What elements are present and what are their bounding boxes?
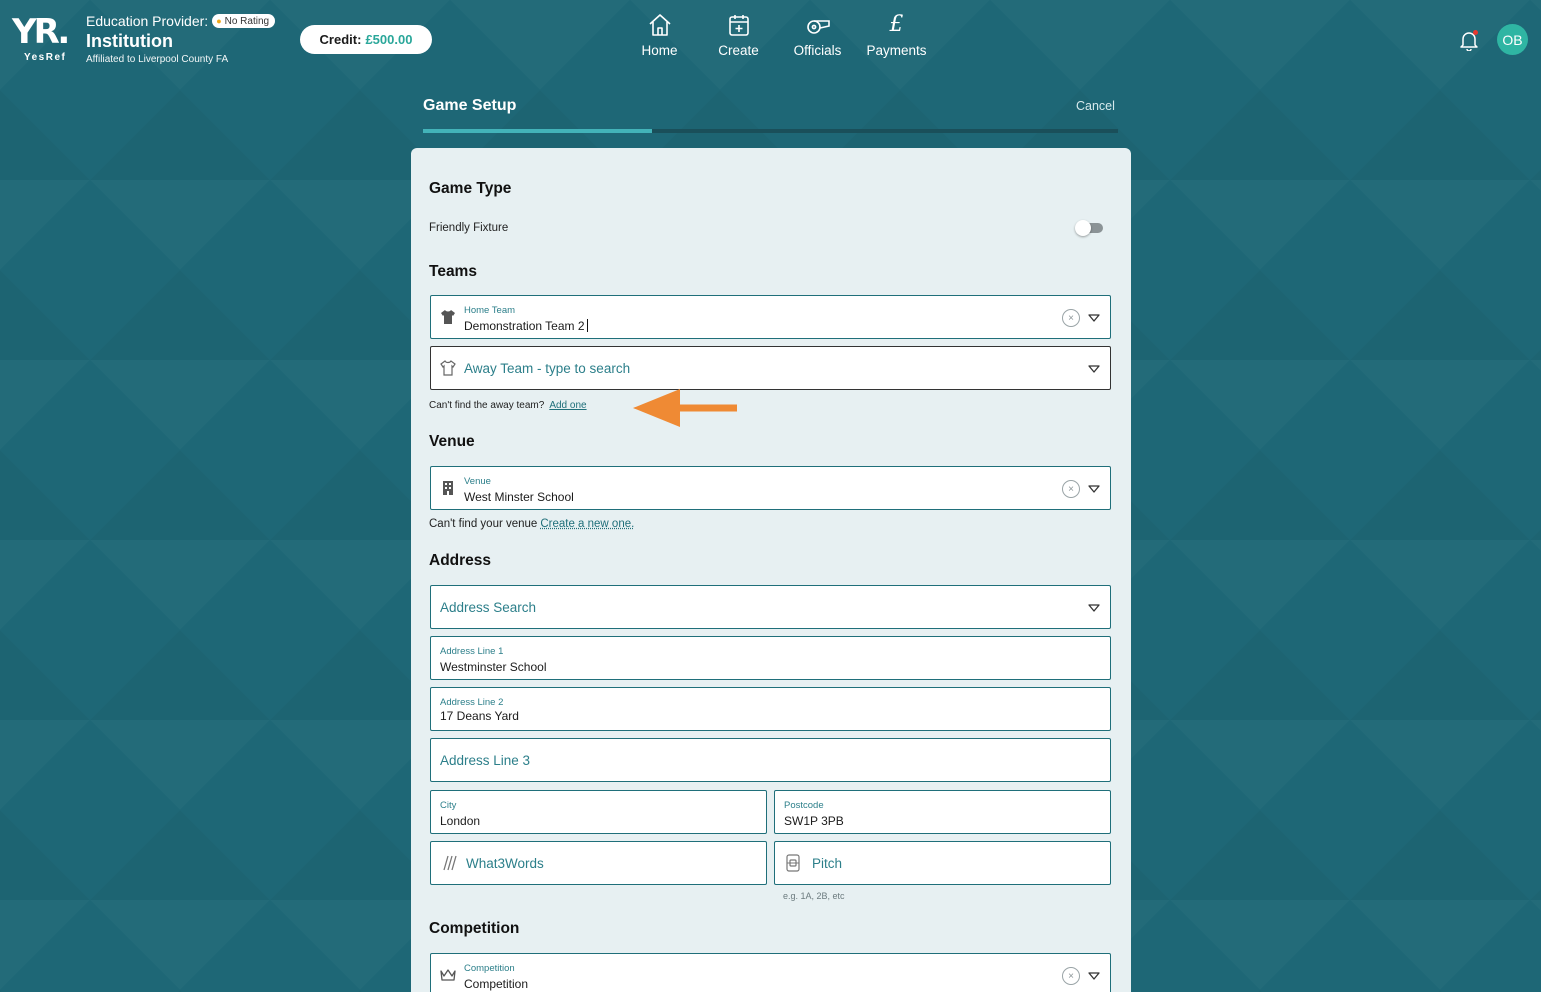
- add-away-team-link[interactable]: Add one: [549, 400, 586, 411]
- yesref-logo[interactable]: YR. YesRef: [12, 14, 74, 64]
- competition-select[interactable]: Competition Competition ×: [430, 953, 1111, 992]
- pitch-icon: [786, 854, 800, 872]
- pitch-placeholder: Pitch: [812, 856, 843, 871]
- star-icon: ●: [216, 16, 222, 26]
- city-label: City: [440, 800, 457, 811]
- address-line2-value: 17 Deans Yard: [440, 709, 519, 723]
- nav-payments-label: Payments: [866, 43, 927, 58]
- nav-payments[interactable]: £ Payments: [857, 12, 936, 64]
- chevron-down-icon[interactable]: [1088, 364, 1100, 374]
- notifications-button[interactable]: [1458, 29, 1480, 52]
- top-header: YR. YesRef Education Provider: ● No Rati…: [0, 0, 1541, 80]
- nav-home[interactable]: Home: [620, 12, 699, 64]
- postcode-label: Postcode: [784, 800, 824, 811]
- postcode-field[interactable]: Postcode SW1P 3PB: [774, 790, 1111, 834]
- venue-label: Venue: [464, 476, 491, 487]
- address-line3-placeholder: Address Line 3: [440, 753, 531, 768]
- pound-icon: £: [889, 12, 904, 37]
- what3words-placeholder: What3Words: [466, 856, 544, 871]
- game-setup-form: Game Type Friendly Fixture Teams Home Te…: [411, 148, 1131, 992]
- create-venue-link[interactable]: Create a new one.: [540, 518, 634, 530]
- address-line1-field[interactable]: Address Line 1 Westminster School: [430, 636, 1111, 680]
- away-team-hint: Can't find the away team? Add one: [429, 400, 587, 411]
- away-team-placeholder: Away Team - type to search: [464, 361, 631, 376]
- nav-officials-label: Officials: [793, 43, 842, 58]
- address-heading: Address: [429, 552, 492, 569]
- text-caret: [586, 319, 588, 332]
- competition-heading: Competition: [429, 920, 520, 937]
- toggle-knob: [1075, 220, 1091, 236]
- competition-label: Competition: [464, 963, 515, 974]
- what3words-field[interactable]: What3Words: [430, 841, 767, 885]
- chevron-down-icon[interactable]: [1088, 971, 1100, 981]
- home-icon: [648, 14, 671, 36]
- away-team-select[interactable]: Away Team - type to search: [430, 346, 1111, 390]
- chevron-down-icon[interactable]: [1088, 603, 1100, 613]
- credit-label: Credit:: [319, 32, 362, 47]
- whistle-icon: [806, 20, 830, 34]
- provider-label: Education Provider:: [86, 13, 209, 29]
- chevron-down-icon[interactable]: [1088, 313, 1100, 323]
- city-field[interactable]: City London: [430, 790, 767, 834]
- main-nav: Home Create Officials £ Payments: [620, 12, 936, 64]
- building-icon: [443, 481, 453, 495]
- address-search-select[interactable]: Address Search: [430, 585, 1111, 629]
- address-line3-field[interactable]: Address Line 3: [430, 738, 1111, 782]
- home-team-value: Demonstration Team 2: [464, 319, 585, 333]
- friendly-fixture-toggle[interactable]: [1075, 220, 1103, 236]
- home-team-value-wrap: Demonstration Team 2: [464, 319, 588, 333]
- logo-wordmark: YesRef: [24, 52, 67, 63]
- chevron-down-icon[interactable]: [1088, 484, 1100, 494]
- notification-dot: [1473, 30, 1478, 35]
- teams-heading: Teams: [429, 263, 477, 280]
- venue-hint-text: Can't find your venue: [429, 518, 538, 530]
- address-line1-value: Westminster School: [440, 660, 547, 674]
- cancel-link[interactable]: Cancel: [1076, 99, 1115, 113]
- venue-select[interactable]: Venue West Minster School ×: [430, 466, 1111, 510]
- credit-button[interactable]: Credit: £500.00: [300, 25, 432, 54]
- affiliation-text: Affiliated to Liverpool County FA: [86, 54, 229, 65]
- away-team-hint-text: Can't find the away team?: [429, 400, 545, 411]
- home-team-select[interactable]: Home Team Demonstration Team 2 ×: [430, 295, 1111, 339]
- friendly-fixture-label: Friendly Fixture: [429, 222, 509, 234]
- calendar-plus-icon: [728, 15, 749, 36]
- venue-heading: Venue: [429, 433, 475, 450]
- provider-info: Education Provider: ● No Rating Institut…: [86, 13, 276, 65]
- clear-icon[interactable]: ×: [1062, 480, 1080, 498]
- nav-create[interactable]: Create: [699, 12, 778, 64]
- setup-progress-bar: [423, 129, 1118, 133]
- setup-progress-fill: [423, 129, 653, 133]
- credit-amount: £500.00: [365, 32, 413, 47]
- pitch-hint: e.g. 1A, 2B, etc: [783, 891, 845, 901]
- institution-name: Institution: [86, 31, 173, 51]
- avatar[interactable]: OB: [1497, 24, 1528, 55]
- shirt-outline-icon: [440, 360, 456, 376]
- competition-value: Competition: [464, 977, 529, 991]
- rating-text: No Rating: [224, 15, 270, 27]
- address-line2-label: Address Line 2: [440, 697, 504, 708]
- city-value: London: [440, 814, 481, 828]
- home-team-label: Home Team: [464, 305, 516, 316]
- annotation-arrow-icon: [633, 389, 737, 427]
- venue-value: West Minster School: [464, 490, 574, 504]
- logo-mark: YR.: [12, 12, 70, 52]
- pitch-field[interactable]: Pitch: [774, 841, 1111, 885]
- game-type-heading: Game Type: [429, 180, 512, 197]
- nav-home-label: Home: [641, 43, 678, 58]
- address-search-placeholder: Address Search: [440, 600, 537, 615]
- address-line2-field[interactable]: Address Line 2 17 Deans Yard: [430, 687, 1111, 731]
- address-line1-label: Address Line 1: [440, 646, 504, 657]
- postcode-value: SW1P 3PB: [784, 814, 844, 828]
- clear-icon[interactable]: ×: [1062, 309, 1080, 327]
- crown-icon: [440, 969, 456, 981]
- shirt-icon: [441, 310, 455, 324]
- nav-create-label: Create: [718, 43, 759, 58]
- what3words-icon: [443, 855, 457, 871]
- page-title: Game Setup: [423, 97, 517, 114]
- venue-hint: Can't find your venue Create a new one.: [429, 518, 634, 530]
- rating-badge: ● No Rating: [212, 14, 276, 28]
- clear-icon[interactable]: ×: [1062, 967, 1080, 985]
- nav-officials[interactable]: Officials: [778, 12, 857, 64]
